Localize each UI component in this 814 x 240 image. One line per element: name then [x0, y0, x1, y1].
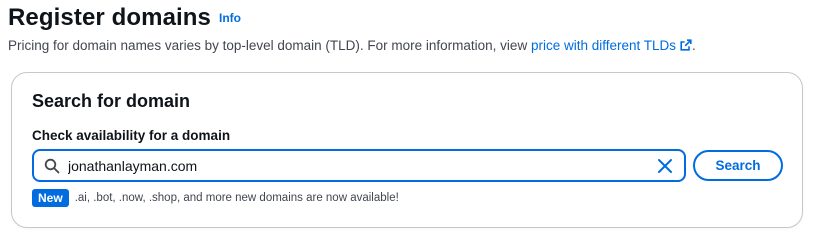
search-button[interactable]: Search [693, 150, 783, 181]
close-icon[interactable] [656, 157, 674, 175]
title-row: Register domains Info [8, 4, 808, 34]
domain-search-box [32, 149, 686, 182]
search-icon [44, 158, 60, 173]
new-badge: New [32, 189, 69, 207]
panel-title: Search for domain [32, 91, 191, 111]
new-domains-notice: New .ai, .bot, .now, .shop, and more new… [32, 189, 399, 207]
page-description: Pricing for domain names varies by top-l… [8, 38, 696, 53]
page-title: Register domains [8, 4, 211, 31]
description-text: Pricing for domain names varies by top-l… [8, 38, 531, 53]
domain-field-label: Check availability for a domain [32, 128, 231, 143]
description-suffix: . [692, 38, 696, 53]
external-link-icon [680, 39, 692, 51]
page-header: Register domains Info Pricing for domain… [8, 4, 808, 53]
tld-pricing-link[interactable]: price with different TLDs [531, 38, 692, 53]
search-domain-panel: Search for domain Check availability for… [11, 72, 803, 228]
tld-pricing-link-label: price with different TLDs [530, 38, 677, 53]
domain-search-input[interactable] [68, 153, 628, 178]
info-link[interactable]: Info [219, 11, 241, 25]
notice-text: .ai, .bot, .now, .shop, and more new dom… [74, 192, 399, 204]
